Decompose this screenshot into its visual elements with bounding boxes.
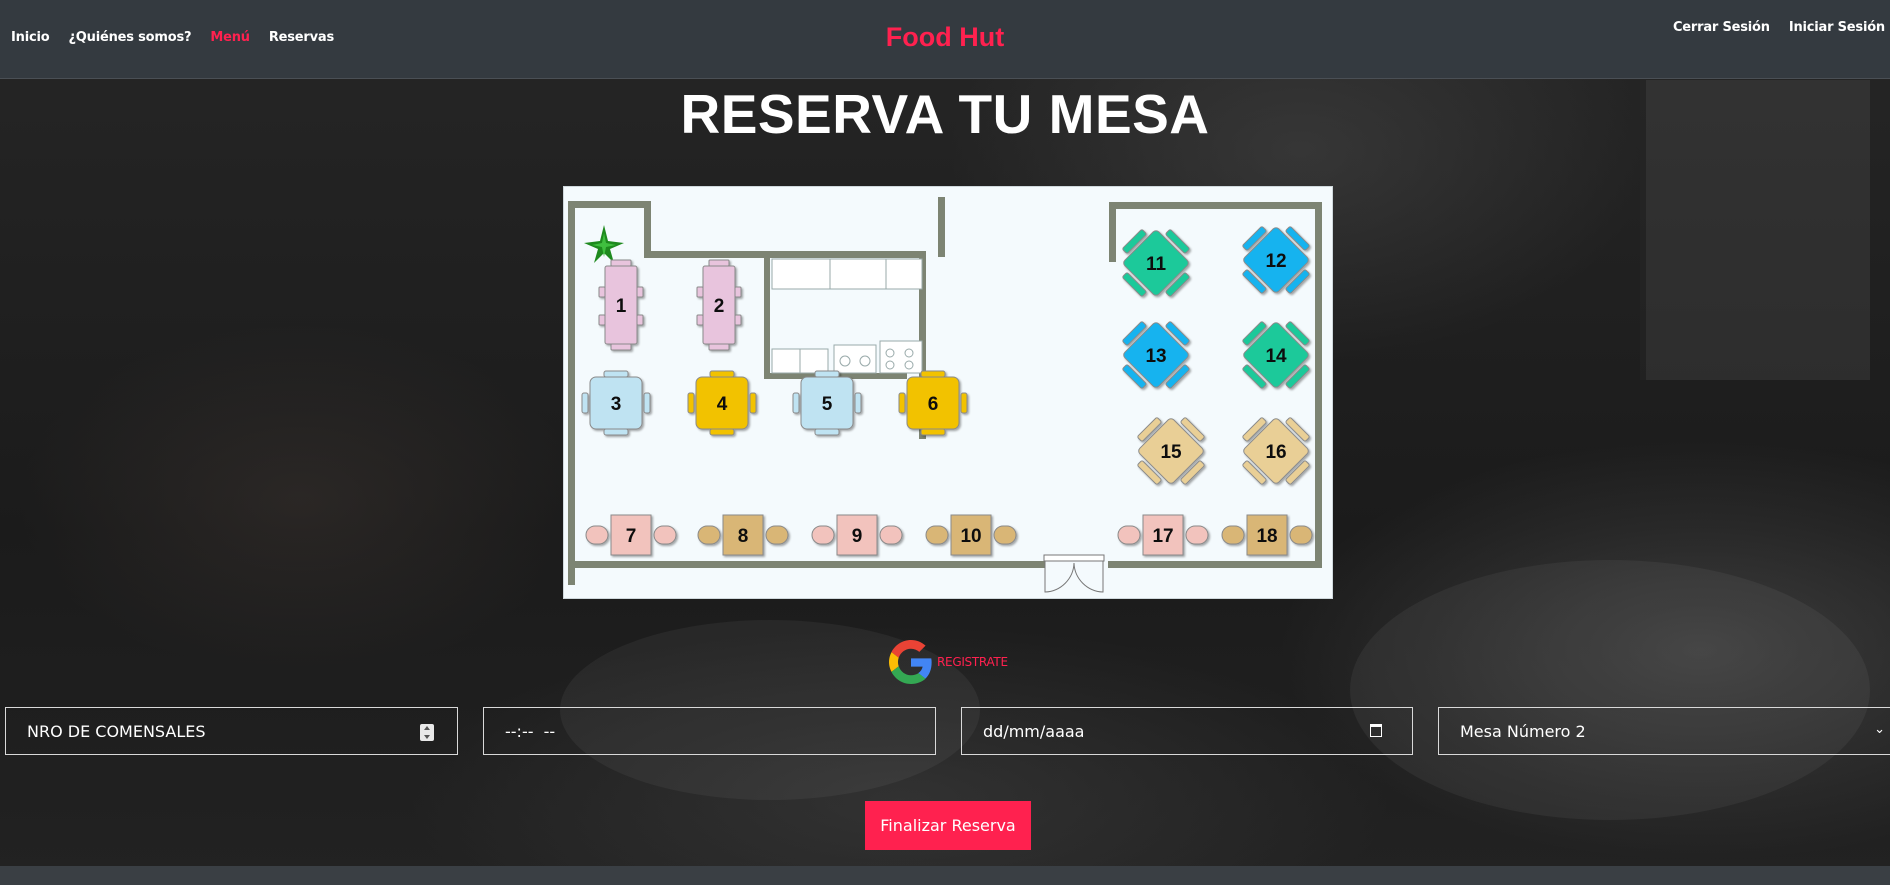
table-number-label: 5 bbox=[822, 394, 833, 415]
table-14[interactable]: 14 bbox=[1228, 307, 1324, 403]
table-8[interactable]: 8 bbox=[697, 514, 789, 556]
table-number-label: 8 bbox=[738, 526, 749, 547]
table-number-label: 15 bbox=[1160, 442, 1182, 463]
google-icon bbox=[889, 640, 932, 684]
footer-bar bbox=[0, 866, 1890, 885]
register-label: REGISTRATE bbox=[937, 655, 1008, 669]
table-3[interactable]: 3 bbox=[581, 370, 651, 436]
table-number-label: 16 bbox=[1265, 442, 1286, 463]
table-number-label: 12 bbox=[1265, 251, 1286, 272]
date-value: dd/mm/aaaa bbox=[983, 721, 1085, 741]
calendar-icon[interactable] bbox=[1370, 724, 1382, 737]
table-12[interactable]: 12 bbox=[1228, 212, 1324, 308]
chevron-down-icon: ⌄ bbox=[1874, 722, 1885, 737]
table-17[interactable]: 17 bbox=[1117, 514, 1209, 556]
table-number-label: 1 bbox=[616, 296, 627, 317]
table-number-label: 2 bbox=[714, 296, 725, 317]
table-select-value: Mesa Número 2 bbox=[1460, 721, 1586, 741]
login-link[interactable]: Iniciar Sesión bbox=[1789, 20, 1885, 35]
table-number-label: 17 bbox=[1152, 526, 1173, 547]
number-spinner-icon[interactable] bbox=[420, 724, 434, 741]
table-number-label: 18 bbox=[1256, 526, 1277, 547]
table-number-label: 14 bbox=[1265, 346, 1287, 367]
table-1[interactable]: 1 bbox=[598, 259, 644, 351]
entrance-door bbox=[1043, 554, 1105, 593]
table-number-label: 10 bbox=[960, 526, 981, 547]
table-number-label: 13 bbox=[1145, 346, 1166, 367]
table-5[interactable]: 5 bbox=[792, 370, 862, 436]
table-select[interactable]: Mesa Número 2 ⌄ bbox=[1438, 707, 1890, 755]
table-6[interactable]: 6 bbox=[898, 370, 968, 436]
date-input[interactable]: dd/mm/aaaa bbox=[961, 707, 1413, 755]
table-number-label: 4 bbox=[717, 394, 728, 415]
table-number-label: 7 bbox=[626, 526, 637, 547]
table-15[interactable]: 15 bbox=[1123, 403, 1219, 499]
table-11[interactable]: 11 bbox=[1108, 215, 1204, 311]
background-plate bbox=[1350, 560, 1870, 820]
table-4[interactable]: 4 bbox=[687, 370, 757, 436]
table-number-label: 11 bbox=[1146, 254, 1167, 275]
table-16[interactable]: 16 bbox=[1228, 403, 1324, 499]
table-18[interactable]: 18 bbox=[1221, 514, 1313, 556]
kitchen-area bbox=[771, 258, 923, 374]
table-13[interactable]: 13 bbox=[1108, 307, 1204, 403]
table-9[interactable]: 9 bbox=[811, 514, 903, 556]
restaurant-floorplan: 1 2 3 4 5 6 7 8 9 10 11 12 13 14 15 16 17 18 bbox=[563, 186, 1333, 599]
table-number-label: 6 bbox=[928, 394, 939, 415]
guests-number-input[interactable]: NRO DE COMENSALES bbox=[5, 707, 458, 755]
finalize-reservation-button[interactable]: Finalizar Reserva bbox=[865, 801, 1031, 850]
brand-logo[interactable]: Food Hut bbox=[0, 22, 1890, 53]
nav-auth-links: Cerrar Sesión Iniciar Sesión bbox=[1673, 20, 1885, 35]
plant-icon bbox=[584, 225, 624, 263]
time-input[interactable]: --:-- -- bbox=[483, 707, 936, 755]
table-10[interactable]: 10 bbox=[925, 514, 1017, 556]
page-title: RESERVA TU MESA bbox=[680, 83, 1210, 145]
table-number-label: 9 bbox=[852, 526, 863, 547]
logout-link[interactable]: Cerrar Sesión bbox=[1673, 20, 1770, 35]
google-register-button[interactable]: REGISTRATE bbox=[889, 640, 1008, 684]
time-value: --:-- -- bbox=[505, 721, 556, 741]
table-7[interactable]: 7 bbox=[585, 514, 677, 556]
table-2[interactable]: 2 bbox=[696, 259, 742, 351]
navbar: Inicio ¿Quiénes somos? Menú Reservas Foo… bbox=[0, 0, 1890, 79]
table-number-label: 3 bbox=[611, 394, 622, 415]
guests-placeholder: NRO DE COMENSALES bbox=[27, 721, 206, 741]
